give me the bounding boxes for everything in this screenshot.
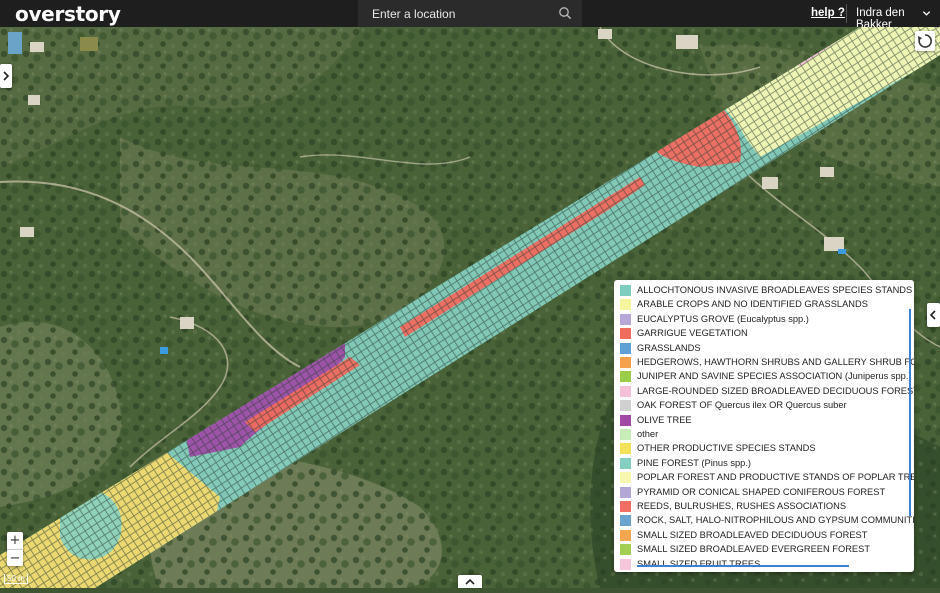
legend-item[interactable]: REEDS, BULRUSHES, RUSHES ASSOCIATIONS	[620, 500, 914, 514]
building	[820, 167, 834, 177]
legend-label: OTHER PRODUCTIVE SPECIES STANDS	[637, 443, 816, 454]
legend-label: ARABLE CROPS AND NO IDENTIFIED GRASSLAND…	[637, 299, 868, 310]
chevron-up-icon	[465, 578, 475, 585]
legend-item[interactable]: other	[620, 428, 914, 442]
legend-item[interactable]: ARABLE CROPS AND NO IDENTIFIED GRASSLAND…	[620, 298, 914, 312]
legend-item[interactable]: OAK FOREST OF Quercus ilex OR Quercus su…	[620, 399, 914, 413]
legend-item[interactable]: LARGE-ROUNDED SIZED BROADLEAVED DECIDUOU…	[620, 385, 914, 399]
legend-swatch	[620, 457, 631, 469]
legend-item[interactable]: EUCALYPTUS GROVE (Eucalyptus spp.)	[620, 313, 914, 327]
legend-item[interactable]: SMALL SIZED BROADLEAVED DECIDUOUS FOREST	[620, 529, 914, 543]
legend-label: GRASSLANDS	[637, 342, 701, 353]
legend-item[interactable]: PINE FOREST (Pinus spp.)	[620, 457, 914, 471]
legend-swatch	[620, 385, 631, 397]
search-input[interactable]	[370, 4, 544, 24]
legend-item[interactable]: GARRIGUE VEGETATION	[620, 327, 914, 341]
legend-item[interactable]: HEDGEROWS, HAWTHORN SHRUBS AND GALLERY S…	[620, 356, 914, 370]
legend-label: ROCK, SALT, HALO-NITROPHILOUS AND GYPSUM…	[637, 515, 914, 526]
legend-swatch	[620, 472, 631, 484]
legend-swatch	[620, 544, 631, 556]
legend-label: other	[637, 429, 659, 439]
zoom-in-button[interactable]: +	[7, 532, 23, 549]
legend-swatch	[620, 328, 631, 340]
building	[676, 35, 698, 49]
bottom-panel-toggle[interactable]	[458, 575, 482, 588]
rotate-icon	[918, 34, 932, 48]
legend-swatch	[620, 529, 631, 541]
building	[762, 177, 778, 189]
legend-swatch	[620, 558, 631, 570]
legend-item[interactable]: GRASSLANDS	[620, 342, 914, 356]
legend-label: SMALL SIZED FRUIT TREES	[637, 558, 761, 569]
building	[180, 317, 194, 329]
legend-swatch	[620, 515, 631, 527]
legend-scrollbar[interactable]	[909, 309, 911, 516]
pool	[838, 249, 846, 254]
legend-panel[interactable]: ALLOCHTONOUS INVASIVE BROADLEAVES SPECIE…	[614, 280, 914, 572]
legend-swatch	[620, 501, 631, 512]
legend-swatch	[620, 400, 631, 412]
legend-swatch	[620, 285, 631, 296]
legend-horizontal-scrollbar[interactable]	[637, 565, 849, 567]
legend-label: JUNIPER AND SAVINE SPECIES ASSOCIATION (…	[637, 371, 912, 382]
legend-label: LARGE-ROUNDED SIZED BROADLEAVED DECIDUOU…	[637, 385, 914, 396]
legend-swatch	[620, 342, 631, 354]
legend-label: POPLAR FOREST AND PRODUCTIVE STANDS OF P…	[637, 472, 914, 483]
building	[80, 37, 98, 51]
zoom-out-button[interactable]: −	[7, 550, 23, 567]
top-bar: overstory help ? Indra den Bakker	[0, 0, 940, 31]
pool	[160, 347, 168, 354]
legend-label: EUCALYPTUS GROVE (Eucalyptus spp.)	[637, 313, 809, 324]
legend-label: ALLOCHTONOUS INVASIVE BROADLEAVES SPECIE…	[637, 285, 913, 295]
help-link[interactable]: help ?	[811, 7, 845, 19]
pool	[8, 32, 22, 54]
legend-item[interactable]: ALLOCHTONOUS INVASIVE BROADLEAVES SPECIE…	[620, 284, 914, 298]
legend-swatch	[620, 429, 631, 440]
map-scale: 50 m	[4, 574, 28, 584]
legend-item[interactable]: JUNIPER AND SAVINE SPECIES ASSOCIATION (…	[620, 370, 914, 384]
zoom-control: + −	[7, 532, 23, 566]
search-icon[interactable]	[558, 6, 572, 20]
app-logo[interactable]: overstory	[15, 2, 121, 26]
legend-item[interactable]: SMALL SIZED BROADLEAVED EVERGREEN FOREST	[620, 543, 914, 557]
building	[30, 42, 44, 52]
legend-swatch	[620, 371, 631, 383]
search-box	[358, 0, 582, 27]
legend-label: PINE FOREST (Pinus spp.)	[637, 457, 752, 468]
legend-swatch	[620, 357, 631, 368]
legend-item[interactable]: PYRAMID OR CONICAL SHAPED CONIFEROUS FOR…	[620, 486, 914, 500]
legend-label: HEDGEROWS, HAWTHORN SHRUBS AND GALLERY S…	[637, 357, 914, 367]
right-panel-toggle[interactable]	[927, 303, 940, 327]
legend-swatch	[620, 299, 631, 311]
legend-swatch	[620, 313, 631, 325]
legend-label: OAK FOREST OF Quercus ilex OR Quercus su…	[637, 400, 847, 411]
legend-item[interactable]: POPLAR FOREST AND PRODUCTIVE STANDS OF P…	[620, 471, 914, 485]
legend-item[interactable]: ROCK, SALT, HALO-NITROPHILOUS AND GYPSUM…	[620, 514, 914, 528]
legend-item[interactable]: OLIVE TREE	[620, 414, 914, 428]
building	[28, 95, 40, 105]
legend-label: REEDS, BULRUSHES, RUSHES ASSOCIATIONS	[637, 501, 847, 511]
building	[824, 237, 844, 251]
legend-label: GARRIGUE VEGETATION	[637, 328, 748, 339]
building	[20, 227, 34, 237]
legend-swatch	[620, 414, 631, 426]
legend-label: SMALL SIZED BROADLEAVED DECIDUOUS FOREST	[637, 529, 868, 540]
legend-label: SMALL SIZED BROADLEAVED EVERGREEN FOREST	[637, 544, 870, 555]
chevron-left-icon	[929, 310, 936, 320]
rotate-button[interactable]	[915, 31, 935, 51]
legend-label: PYRAMID OR CONICAL SHAPED CONIFEROUS FOR…	[637, 486, 886, 497]
header-divider	[846, 4, 847, 23]
chevron-right-icon	[3, 71, 10, 81]
legend-label: OLIVE TREE	[637, 414, 692, 425]
legend-swatch	[620, 486, 631, 498]
legend-swatch	[620, 443, 631, 455]
legend-item[interactable]: OTHER PRODUCTIVE SPECIES STANDS	[620, 442, 914, 456]
left-panel-toggle[interactable]	[0, 64, 12, 88]
building	[598, 29, 612, 39]
chevron-down-icon[interactable]	[922, 9, 931, 18]
